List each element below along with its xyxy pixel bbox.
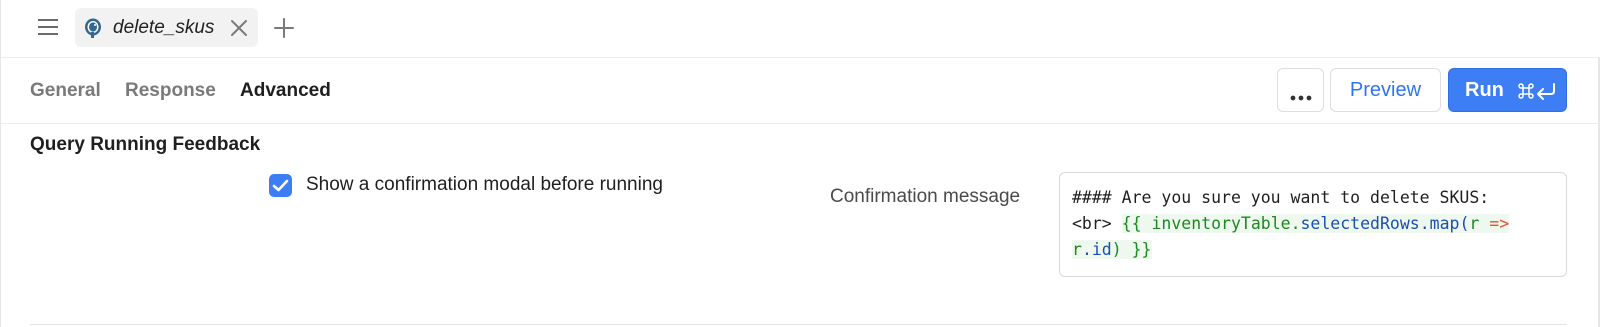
code-property: selectedRows xyxy=(1300,214,1420,233)
code-text: #### Are you sure you want to delete SKU… xyxy=(1072,188,1490,207)
code-line-1: #### Are you sure you want to delete SKU… xyxy=(1072,187,1489,209)
code-arrow: => xyxy=(1489,214,1510,233)
code-variable: r xyxy=(1072,240,1082,259)
add-tab-icon[interactable] xyxy=(273,17,295,39)
postgres-elephant-icon xyxy=(82,17,104,39)
tab-general[interactable]: General xyxy=(30,80,101,102)
confirmation-modal-checkbox[interactable] xyxy=(269,174,292,197)
more-horizontal-icon xyxy=(1290,88,1312,101)
menu-icon[interactable] xyxy=(37,17,59,37)
confirmation-modal-checkbox-label[interactable]: Show a confirmation modal before running xyxy=(306,174,663,196)
code-br-tag: <br> xyxy=(1072,214,1122,233)
preview-button[interactable]: Preview xyxy=(1330,68,1441,112)
confirmation-message-label: Confirmation message xyxy=(830,186,1021,207)
code-dot: . xyxy=(1290,214,1301,233)
query-tab-strip: delete_skus xyxy=(1,0,1600,58)
close-icon[interactable] xyxy=(229,18,249,38)
code-line-3: r.id) }} xyxy=(1072,239,1152,261)
command-key-icon xyxy=(1517,82,1535,100)
run-button-label: Run xyxy=(1465,79,1504,101)
query-tab-name: delete_skus xyxy=(113,17,215,38)
section-divider xyxy=(30,324,1567,325)
query-tab-delete-skus[interactable]: delete_skus xyxy=(75,8,258,47)
enter-key-icon xyxy=(1535,81,1557,101)
editor-subtab-bar: General Response Advanced Preview Run xyxy=(1,58,1600,124)
confirmation-message-editor[interactable]: #### Are you sure you want to delete SKU… xyxy=(1059,172,1567,277)
more-options-button[interactable] xyxy=(1277,68,1324,112)
code-template-open: {{ xyxy=(1121,214,1152,233)
tab-advanced[interactable]: Advanced xyxy=(240,80,331,102)
code-object: inventoryTable xyxy=(1151,214,1291,233)
code-method: .map( xyxy=(1419,214,1470,233)
query-editor-panel: delete_skus General Response Advanced Pr… xyxy=(0,0,1600,327)
code-line-2: <br> {{ inventoryTable.selectedRows.map(… xyxy=(1072,213,1510,235)
code-template-close: ) }} xyxy=(1111,240,1152,259)
section-title: Query Running Feedback xyxy=(30,134,261,155)
code-param: r xyxy=(1469,214,1490,233)
run-button[interactable]: Run xyxy=(1448,68,1567,112)
tab-response[interactable]: Response xyxy=(125,80,216,102)
code-id-property: .id xyxy=(1081,240,1112,259)
